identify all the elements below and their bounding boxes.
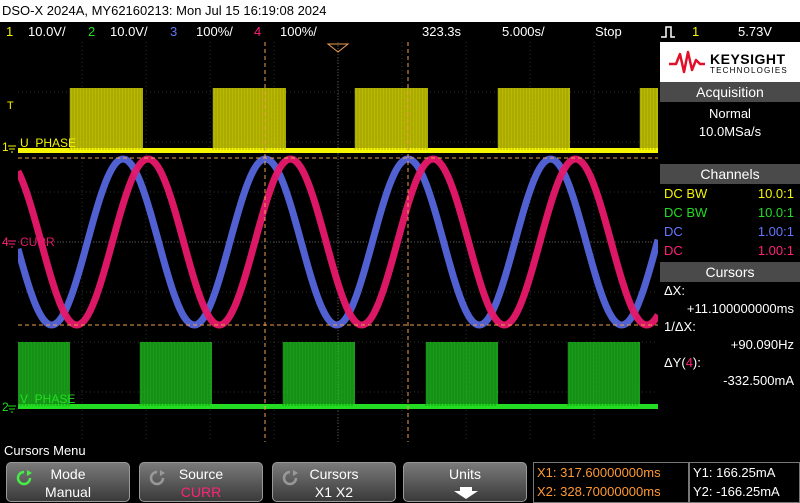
channels-heading: Channels xyxy=(660,164,800,184)
channel-row-2: DC BW 10.0:1 xyxy=(660,203,800,222)
mode-softkey-value: Manual xyxy=(45,484,91,500)
brand-sub: TECHNOLOGIES xyxy=(710,66,788,75)
run-state[interactable]: Stop xyxy=(595,22,622,42)
channel-status-bar: 1 10.0V/ 2 10.0V/ 3 100%/ 4 100%/ 323.3s… xyxy=(0,22,800,42)
delta-y-label: ΔY(4): xyxy=(664,355,701,370)
units-softkey-label: Units xyxy=(449,466,481,482)
source-softkey-value: CURR xyxy=(180,484,222,500)
ch2-probe: 10.0:1 xyxy=(757,205,794,220)
channels-panel[interactable]: Channels DC BW 10.0:1 DC BW 10.0:1 DC 1.… xyxy=(660,164,800,262)
ch1-probe: 10.0:1 xyxy=(757,186,794,201)
ch1-scale[interactable]: 10.0V/ xyxy=(28,22,66,42)
ch4-probe: 1.00:1 xyxy=(757,243,794,258)
source-softkey-label: Source xyxy=(178,466,224,482)
y2-readout: Y2: -166.25mA xyxy=(693,484,780,499)
submenu-down-arrow-icon xyxy=(454,487,478,499)
ch1-ground-marker: 1 xyxy=(2,140,16,154)
channel-row-1: DC BW 10.0:1 xyxy=(660,184,800,203)
ch3-number[interactable]: 3 xyxy=(170,22,177,42)
delta-x-label: ΔX: xyxy=(664,283,685,298)
ch2-scale[interactable]: 10.0V/ xyxy=(110,22,148,42)
mode-softkey[interactable]: Mode Manual xyxy=(6,462,130,502)
channel-row-4: DC 1.00:1 xyxy=(660,241,800,260)
trigger-level-marker: T xyxy=(7,100,14,112)
ch3-scale[interactable]: 100%/ xyxy=(196,22,233,42)
source-softkey[interactable]: Source CURR xyxy=(139,462,263,502)
ch4-number[interactable]: 4 xyxy=(254,22,261,42)
title-text: DSO-X 2024A, MY62160213: Mon Jul 15 16:1… xyxy=(2,3,327,18)
cursors-softkey-value: X1 X2 xyxy=(314,484,354,500)
delta-x-value: +11.100000000ms xyxy=(686,301,794,316)
cursors-heading: Cursors xyxy=(660,262,800,282)
ch4-coupling: DC xyxy=(664,243,683,258)
ch1-pwm-burst xyxy=(355,88,428,150)
acquisition-heading: Acquisition xyxy=(660,82,800,102)
ch1-pwm-burst xyxy=(213,88,286,150)
menu-title: Cursors Menu xyxy=(0,442,800,460)
ch1-label: U_PHASE xyxy=(20,136,76,150)
x2-readout: X2: 328.70000000ms xyxy=(537,484,661,499)
cursors-softkey-label: Cursors xyxy=(309,466,359,482)
svg-text:1: 1 xyxy=(2,140,9,154)
svg-text:4: 4 xyxy=(2,235,9,249)
ch4-ground-marker: 4 xyxy=(2,235,16,249)
ch3-probe: 1.00:1 xyxy=(757,224,794,239)
acquisition-rate: 10.0MSa/s xyxy=(698,124,762,139)
mode-softkey-label: Mode xyxy=(50,466,86,482)
cursors-panel[interactable]: Cursors ΔX: +11.100000000ms 1/ΔX: +90.09… xyxy=(660,262,800,442)
title-bar: DSO-X 2024A, MY62160213: Mon Jul 15 16:1… xyxy=(0,0,800,22)
inverse-delta-x-label: 1/ΔX: xyxy=(664,319,696,334)
info-side-panel: KEYSIGHT TECHNOLOGIES Acquisition Normal… xyxy=(660,42,800,442)
ch2-label: V_PHASE xyxy=(20,392,75,406)
ch2-ground-marker: 2 xyxy=(2,400,16,414)
keysight-wave-icon xyxy=(669,50,705,74)
ch1-pwm-burst xyxy=(70,88,143,150)
channel-ground-markers: T 1 4 2 xyxy=(2,100,16,414)
ch1-number[interactable]: 1 xyxy=(6,22,13,42)
svg-text:2: 2 xyxy=(2,400,9,414)
ch1-coupling: DC BW xyxy=(664,186,708,201)
ch3-coupling: DC xyxy=(664,224,683,239)
ch4-label: CURR xyxy=(20,235,55,249)
ch2-number[interactable]: 2 xyxy=(88,22,95,42)
ch2-coupling: DC BW xyxy=(664,205,708,220)
brand-name: KEYSIGHT xyxy=(710,51,786,67)
waveform-canvas: U_PHASE V_PHASE CURR xyxy=(18,42,658,442)
horizontal-delay[interactable]: 323.3s xyxy=(422,22,461,42)
y1-readout: Y1: 166.25mA xyxy=(693,465,776,480)
cursor-readout: X1: 317.60000000ms X2: 328.70000000ms Y1… xyxy=(533,462,800,503)
trigger-level[interactable]: 5.73V xyxy=(738,22,772,42)
cursors-softkey[interactable]: Cursors X1 X2 xyxy=(272,462,396,502)
ch4-scale[interactable]: 100%/ xyxy=(280,22,317,42)
channel-row-3: DC 1.00:1 xyxy=(660,222,800,241)
x1-readout: X1: 317.60000000ms xyxy=(537,465,661,480)
timebase-scale[interactable]: 5.000s/ xyxy=(502,22,545,42)
trigger-source[interactable]: 1 xyxy=(692,22,699,42)
units-softkey[interactable]: Units xyxy=(403,462,527,502)
inverse-delta-x-value: +90.090Hz xyxy=(730,337,794,352)
keysight-logo: KEYSIGHT TECHNOLOGIES xyxy=(660,42,800,82)
acquisition-mode: Normal xyxy=(709,106,751,121)
waveform-display[interactable]: U_PHASE V_PHASE CURR xyxy=(18,42,658,442)
acquisition-panel[interactable]: Acquisition Normal 10.0MSa/s xyxy=(660,82,800,168)
delta-y-value: -332.500mA xyxy=(723,373,794,388)
